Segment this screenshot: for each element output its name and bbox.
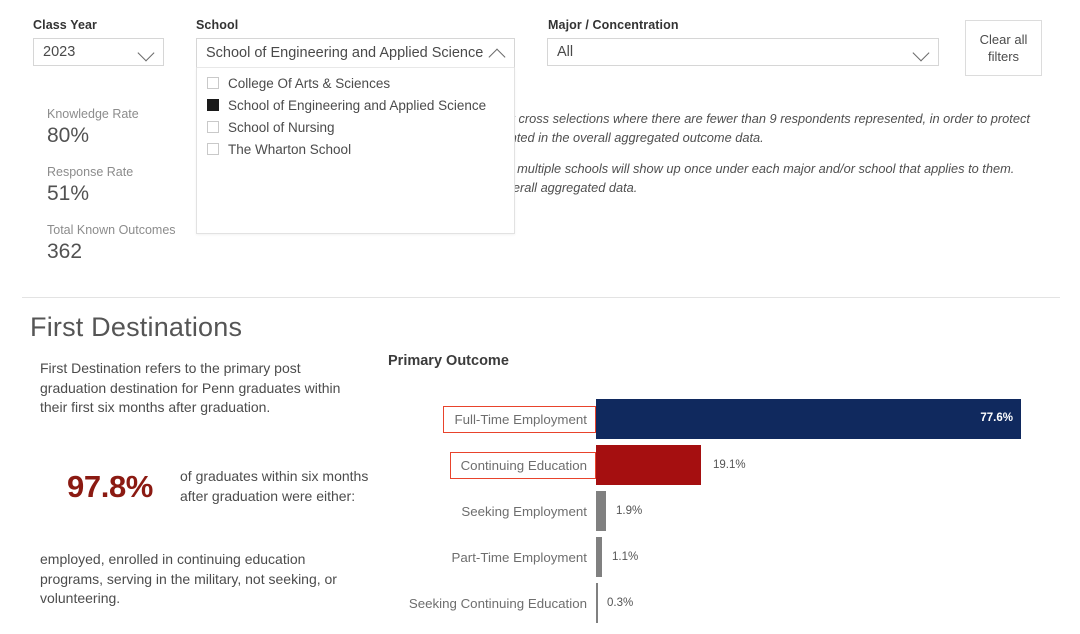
school-option-label: School of Engineering and Applied Scienc… (228, 98, 486, 113)
headline-percentage: 97.8% (40, 469, 180, 505)
school-option-the-wharton-school[interactable]: The Wharton School (197, 139, 514, 159)
metric-knowledge-rate: Knowledge Rate 80% (47, 107, 139, 148)
bar-row[interactable]: Full-Time Employment 77.6% (388, 399, 1048, 439)
bar-seeking-continuing-education[interactable] (596, 583, 598, 623)
metric-value: 362 (47, 240, 176, 264)
headline-block: 97.8% of graduates within six months aft… (40, 467, 370, 506)
metric-label: Knowledge Rate (47, 107, 139, 121)
checkbox-icon[interactable] (207, 143, 219, 155)
metric-response-rate: Response Rate 51% (47, 165, 133, 206)
metric-label: Total Known Outcomes (47, 223, 176, 237)
first-destinations-section: First Destinations First Destination ref… (0, 297, 1080, 634)
bar-value: 19.1% (713, 459, 746, 471)
bar-seeking-employment[interactable] (596, 491, 606, 531)
chart-title: Primary Outcome (388, 353, 509, 369)
class-year-label: Class Year (33, 18, 97, 32)
metric-label: Response Rate (47, 165, 133, 179)
filter-bar: Class Year 2023 School School of Enginee… (0, 0, 1080, 297)
bar-label-full-time-employment[interactable]: Full-Time Employment (443, 406, 596, 433)
class-year-value: 2023 (43, 44, 137, 60)
bar-row[interactable]: Seeking Employment 1.9% (388, 491, 1048, 531)
school-option-college-of-arts-sciences[interactable]: College Of Arts & Sciences (197, 73, 514, 93)
school-value: School of Engineering and Applied Scienc… (206, 45, 488, 61)
bar-continuing-education[interactable] (596, 445, 701, 485)
school-dropdown[interactable]: School of Engineering and Applied Scienc… (196, 38, 515, 68)
school-option-label: College Of Arts & Sciences (228, 76, 390, 91)
bar-row[interactable]: Continuing Education 19.1% (388, 445, 1048, 485)
bar-part-time-employment[interactable] (596, 537, 602, 577)
outro-paragraph: employed, enrolled in continuing educati… (40, 550, 360, 609)
major-label: Major / Concentration (548, 18, 679, 32)
school-dropdown-panel[interactable]: College Of Arts & Sciences School of Eng… (196, 68, 515, 234)
bar-value: 77.6% (980, 412, 1013, 424)
chevron-down-icon[interactable] (912, 42, 932, 62)
checkbox-icon[interactable] (207, 121, 219, 133)
primary-outcome-bar-chart: Full-Time Employment 77.6% Continuing Ed… (388, 387, 1048, 632)
school-option-school-of-nursing[interactable]: School of Nursing (197, 117, 514, 137)
bar-full-time-employment[interactable]: 77.6% (596, 399, 1021, 439)
page-title: First Destinations (30, 312, 242, 343)
checkbox-checked-icon[interactable] (207, 99, 219, 111)
bar-label-seeking-employment[interactable]: Seeking Employment (450, 498, 596, 525)
school-option-label: School of Nursing (228, 120, 335, 135)
chevron-down-icon[interactable] (137, 42, 157, 62)
metric-value: 80% (47, 124, 139, 148)
intro-paragraph: First Destination refers to the primary … (40, 359, 360, 418)
bar-row[interactable]: Part-Time Employment 1.1% (388, 537, 1048, 577)
metric-value: 51% (47, 182, 133, 206)
metric-total-known-outcomes: Total Known Outcomes 362 (47, 223, 176, 264)
class-year-dropdown[interactable]: 2023 (33, 38, 164, 66)
school-option-label: The Wharton School (228, 142, 351, 157)
school-label: School (196, 18, 238, 32)
checkbox-icon[interactable] (207, 77, 219, 89)
bar-label-part-time-employment[interactable]: Part-Time Employment (441, 544, 596, 571)
clear-all-filters-button[interactable]: Clear all filters (965, 20, 1042, 76)
bar-row[interactable]: Seeking Continuing Education 0.3% (388, 583, 1048, 623)
school-option-school-of-engineering-and-applied-science[interactable]: School of Engineering and Applied Scienc… (197, 95, 514, 115)
bar-value: 0.3% (607, 597, 633, 609)
major-value: All (557, 44, 912, 60)
bar-label-seeking-continuing-education[interactable]: Seeking Continuing Education (398, 590, 596, 617)
bar-label-continuing-education[interactable]: Continuing Education (450, 452, 596, 479)
headline-text: of graduates within six months after gra… (180, 467, 370, 506)
bar-value: 1.9% (616, 505, 642, 517)
major-dropdown[interactable]: All (547, 38, 939, 66)
bar-value: 1.1% (612, 551, 638, 563)
chevron-up-icon[interactable] (488, 43, 508, 63)
